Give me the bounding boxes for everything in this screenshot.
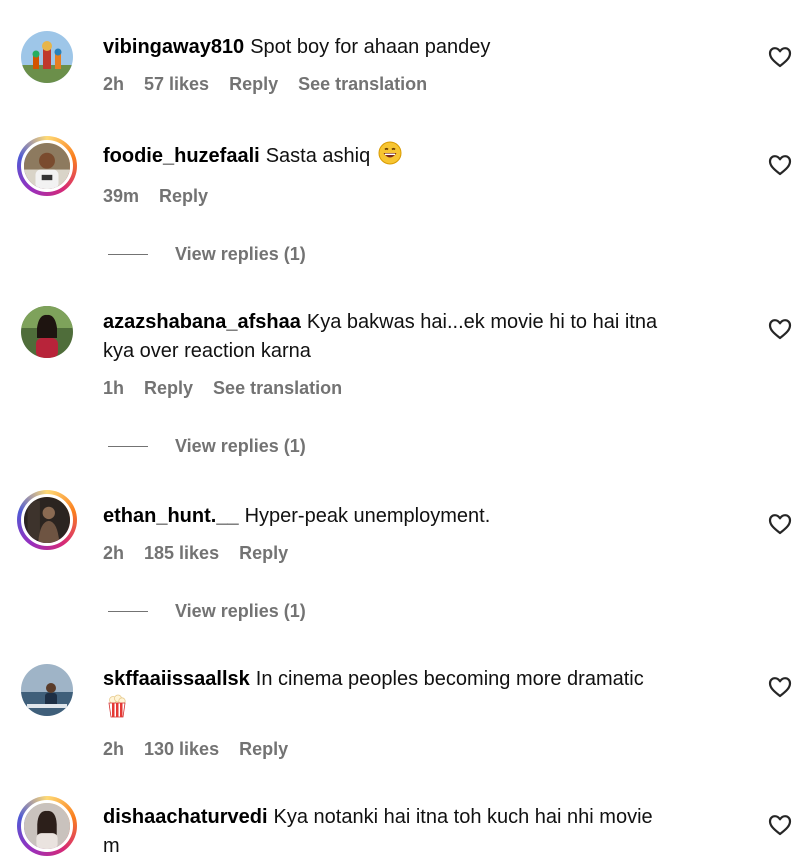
reply-button[interactable]: Reply xyxy=(144,378,193,399)
heart-icon[interactable] xyxy=(768,513,792,535)
avatar[interactable] xyxy=(17,796,77,856)
comment-username[interactable]: azazshabana_afshaa xyxy=(103,311,301,333)
view-replies-label: View replies (1) xyxy=(175,244,306,264)
comment-meta: 39m Reply xyxy=(103,186,743,207)
avatar[interactable] xyxy=(17,490,77,550)
comment-meta: 2h 185 likes Reply xyxy=(103,543,743,564)
view-replies-button[interactable]: View replies (1) xyxy=(108,244,306,265)
comment-time: 2h xyxy=(103,74,125,94)
comment-username[interactable]: ethan_hunt.__ xyxy=(103,505,239,527)
heart-icon[interactable] xyxy=(768,814,792,836)
comment-time: 2h xyxy=(103,739,125,759)
heart-icon[interactable] xyxy=(768,154,792,176)
avatar[interactable] xyxy=(20,663,74,717)
comment-text: In cinema peoples becoming more dramatic xyxy=(255,668,644,690)
avatar-image xyxy=(21,306,73,358)
reply-button[interactable]: Reply xyxy=(229,74,278,95)
comment-username[interactable]: foodie_huzefaali xyxy=(103,145,260,167)
comment-time: 1h xyxy=(103,378,125,398)
replies-divider-line xyxy=(108,610,148,613)
view-replies-label: View replies (1) xyxy=(175,601,306,621)
avatar-image xyxy=(21,800,73,852)
comment-meta: 2h 130 likes Reply xyxy=(103,739,743,760)
replies-divider-line xyxy=(108,445,148,448)
comment-text: Kya bakwas hai...ek movie hi to hai itna xyxy=(306,311,658,333)
heart-icon[interactable] xyxy=(768,676,792,698)
comment-text-continued: m xyxy=(103,835,120,857)
heart-icon[interactable] xyxy=(768,318,792,340)
avatar[interactable] xyxy=(20,305,74,359)
avatar[interactable] xyxy=(17,136,77,196)
comment-meta: 2h 57 likes Reply See translation xyxy=(103,74,743,95)
reply-button[interactable]: Reply xyxy=(239,739,288,760)
likes-count[interactable]: 185 likes xyxy=(144,543,219,564)
comment-text: Spot boy for ahaan pandey xyxy=(250,36,491,58)
popcorn-emoji-icon xyxy=(107,694,127,727)
avatar-image xyxy=(21,664,73,716)
reply-button[interactable]: Reply xyxy=(159,186,208,207)
comment-username[interactable]: skffaaiissaallsk xyxy=(103,668,250,690)
comment-time: 2h xyxy=(103,543,125,563)
see-translation-button[interactable]: See translation xyxy=(213,378,342,399)
avatar-image xyxy=(21,31,73,83)
comment-username[interactable]: dishaachaturvedi xyxy=(103,806,268,828)
likes-count[interactable]: 57 likes xyxy=(144,74,209,95)
grinning-face-emoji-icon xyxy=(378,141,402,174)
avatar-image xyxy=(21,494,73,546)
heart-icon[interactable] xyxy=(768,46,792,68)
comment-text: Hyper-peak unemployment. xyxy=(244,505,491,527)
comment-text-continued: kya over reaction karna xyxy=(103,340,311,362)
view-replies-button[interactable]: View replies (1) xyxy=(108,436,306,457)
view-replies-button[interactable]: View replies (1) xyxy=(108,601,306,622)
view-replies-label: View replies (1) xyxy=(175,436,306,456)
see-translation-button[interactable]: See translation xyxy=(298,74,427,95)
reply-button[interactable]: Reply xyxy=(239,543,288,564)
comment-time: 39m xyxy=(103,186,140,206)
avatar-image xyxy=(21,140,73,192)
avatar[interactable] xyxy=(20,30,74,84)
comment-text: Sasta ashiq xyxy=(265,145,371,167)
replies-divider-line xyxy=(108,253,148,256)
comment-text: Kya notanki hai itna toh kuch hai nhi mo… xyxy=(273,806,653,828)
likes-count[interactable]: 130 likes xyxy=(144,739,219,760)
comment-username[interactable]: vibingaway810 xyxy=(103,36,244,58)
comment-meta: 1h Reply See translation xyxy=(103,378,743,399)
